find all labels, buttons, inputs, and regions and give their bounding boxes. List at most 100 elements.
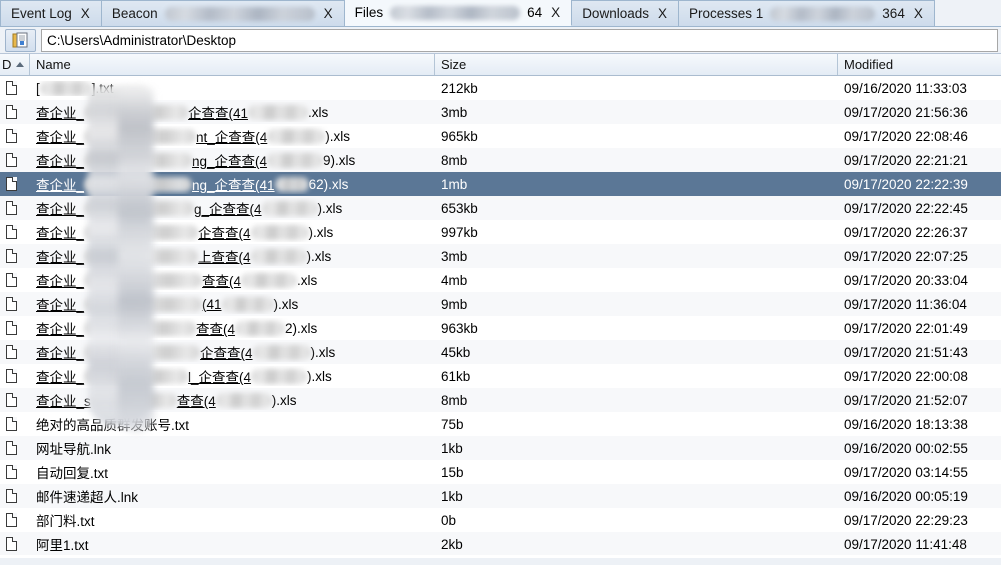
file-name-prefix: 邮件速递超人.lnk [36, 490, 139, 505]
column-header-modified[interactable]: Modified [838, 54, 1001, 75]
file-name-extension: .xls [297, 272, 318, 288]
tab-close-button[interactable]: X [912, 6, 925, 21]
column-header-d[interactable]: D [0, 54, 30, 75]
table-row[interactable]: 查企业_ 企查查(41 .xls 3mb 09/17/2020 21:56:36 [0, 100, 1001, 124]
file-name-prefix: 查企业_ [36, 178, 85, 193]
file-name-redaction-2 [221, 296, 274, 312]
row-icon-cell [0, 513, 30, 527]
table-row[interactable]: 查企业_ 查查(4 2).xls 963kb 09/17/2020 22:01:49 [0, 316, 1001, 340]
tab-bar: Event Log X Beacon X Files 64 X Downloads X Proce… [0, 0, 1001, 27]
table-row[interactable]: 部门料.txt 0b 09/17/2020 22:29:23 [0, 508, 1001, 532]
tab-close-button[interactable]: X [322, 6, 335, 21]
file-name-cell[interactable]: 部门料.txt [30, 510, 435, 530]
table-row[interactable]: 查企业_ (41).xls 9mb 09/17/2020 11:36:04 [0, 292, 1001, 316]
file-name-cell[interactable]: 查企业_ ng_企查查(4 9).xls [30, 150, 435, 170]
file-name-redaction [84, 128, 197, 144]
table-row[interactable]: 自动回复.txt 15b 09/17/2020 03:14:55 [0, 460, 1001, 484]
folder-document-icon[interactable] [5, 28, 36, 52]
file-name-redaction [84, 296, 203, 312]
file-name-cell[interactable]: 查企业_ ng_企查查(41 62).xls [30, 174, 435, 194]
row-icon-cell [0, 417, 30, 431]
tab-close-button[interactable]: X [79, 6, 92, 21]
file-name-cell[interactable]: 阿里1.txt [30, 534, 435, 554]
column-header-name[interactable]: Name [30, 54, 435, 75]
table-row[interactable]: 查企业_ nt_企查查(4).xls 965kb 09/17/2020 22:08:4… [0, 124, 1001, 148]
tab-beacon[interactable]: Beacon X [101, 0, 345, 26]
file-size-cell: 45kb [441, 344, 471, 360]
tab-files[interactable]: Files 64 X [344, 0, 573, 26]
file-name-prefix: 查企业_ [36, 274, 85, 289]
file-name-suffix: ng_企查查(41 [192, 178, 275, 193]
file-modified-cell: 09/17/2020 03:14:55 [844, 464, 968, 480]
file-name-prefix: 查企业_ [36, 130, 85, 145]
file-name-cell[interactable]: 查企业_ 企查查(41 .xls [30, 102, 435, 122]
file-name-cell[interactable]: 查企业_s 查查(4).xls [30, 390, 435, 410]
file-name-cell[interactable]: 查企业_ g_企查查(4).xls [30, 198, 435, 218]
file-name-cell[interactable]: 查企业_ 企查查(4).xls [30, 342, 435, 362]
file-name-cell[interactable]: 查企业_ nt_企查查(4).xls [30, 126, 435, 146]
file-name-cell[interactable]: 自动回复.txt [30, 462, 435, 482]
file-name-cell[interactable]: 网址导航.lnk [30, 438, 435, 458]
file-modified-cell: 09/17/2020 22:29:23 [844, 512, 968, 528]
table-row[interactable]: 查企业_ ng_企查查(4 9).xls 8mb 09/17/2020 22:21:21 [0, 148, 1001, 172]
file-name-redaction [84, 176, 193, 192]
file-modified-cell: 09/17/2020 22:22:45 [844, 200, 968, 216]
table-row[interactable]: 查企业_ g_企查查(4).xls 653kb 09/17/2020 22:22:45 [0, 196, 1001, 220]
file-name-prefix: 网址导航.lnk [36, 442, 112, 457]
table-row[interactable]: 查企业_ 企查查(4).xls 45kb 09/17/2020 21:51:43 [0, 340, 1001, 364]
tab-downloads[interactable]: Downloads X [572, 0, 679, 26]
file-name-cell[interactable]: 查企业_ 查查(4 2).xls [30, 318, 435, 338]
file-modified-cell: 09/16/2020 18:13:38 [844, 416, 968, 432]
table-row[interactable]: 查企业_ 企查查(4).xls 997kb 09/17/2020 22:26:37 [0, 220, 1001, 244]
file-icon [6, 225, 17, 239]
file-name-redaction [84, 248, 199, 264]
table-row[interactable]: 查企业_ ng_企查查(41 62).xls 1mb 09/17/2020 22:22:… [0, 172, 1001, 196]
table-row[interactable]: 查企业_ 上查查(4).xls 3mb 09/17/2020 22:07:25 [0, 244, 1001, 268]
file-size-cell: 8mb [441, 392, 468, 408]
file-name-cell[interactable]: 查企业_ (41).xls [30, 294, 435, 314]
file-size-cell: 653kb [441, 200, 478, 216]
bottom-strip [0, 558, 1001, 565]
row-icon-cell [0, 81, 30, 95]
file-name-cell[interactable]: 查企业_ 查查(4 .xls [30, 270, 435, 290]
file-name-redaction-2 [215, 392, 272, 408]
tab-redacted-text [770, 6, 876, 21]
file-modified-cell: 09/17/2020 11:36:04 [844, 296, 967, 312]
table-row[interactable]: [].txt 212kb 09/16/2020 11:33:03 [0, 76, 1001, 100]
file-modified-cell: 09/17/2020 22:01:49 [844, 320, 968, 336]
file-name-cell[interactable]: 查企业_ 上查查(4).xls [30, 246, 435, 266]
file-icon [6, 201, 17, 215]
table-row[interactable]: 阿里1.txt 2kb 09/17/2020 11:41:48 [0, 532, 1001, 555]
file-name-cell[interactable]: 绝对的高品质群发账号.txt [30, 414, 435, 434]
file-name-cell[interactable]: 邮件速递超人.lnk [30, 486, 435, 506]
table-row[interactable]: 网址导航.lnk 1kb 09/16/2020 00:02:55 [0, 436, 1001, 460]
tab-processes-1[interactable]: Processes 1 364 X [679, 0, 935, 26]
file-icon [6, 369, 17, 383]
file-icon [6, 393, 17, 407]
file-size-cell: 9mb [441, 296, 468, 312]
path-input[interactable]: C:\Users\Administrator\Desktop [41, 28, 998, 52]
file-icon [6, 321, 17, 335]
table-row[interactable]: 邮件速递超人.lnk 1kb 09/16/2020 00:05:19 [0, 484, 1001, 508]
tab-event-log[interactable]: Event Log X [0, 0, 102, 26]
file-icon [6, 105, 17, 119]
file-name-cell[interactable]: [].txt [30, 80, 435, 96]
tab-close-button[interactable]: X [549, 5, 562, 20]
table-row[interactable]: 查企业_ 查查(4 .xls 4mb 09/17/2020 20:33:04 [0, 268, 1001, 292]
table-row[interactable]: 查企业_ l_企查查(4).xls 61kb 09/17/2020 22:00:08 [0, 364, 1001, 388]
tab-redacted-text [164, 6, 315, 21]
row-icon-cell [0, 249, 30, 263]
table-row[interactable]: 查企业_s 查查(4).xls 8mb 09/17/2020 21:52:07 [0, 388, 1001, 412]
file-modified-cell: 09/17/2020 20:33:04 [844, 272, 968, 288]
column-header-size[interactable]: Size [435, 54, 838, 75]
file-name-cell[interactable]: 查企业_ l_企查查(4).xls [30, 366, 435, 386]
file-list[interactable]: [].txt 212kb 09/16/2020 11:33:03 查企业_ 企查查(41… [0, 76, 1001, 555]
file-icon [6, 297, 17, 311]
file-table-header: D Name Size Modified [0, 54, 1001, 76]
tab-close-button[interactable]: X [656, 6, 669, 21]
file-modified-cell: 09/16/2020 00:05:19 [844, 488, 968, 504]
file-name-redaction [84, 200, 195, 216]
table-row[interactable]: 绝对的高品质群发账号.txt 75b 09/16/2020 18:13:38 [0, 412, 1001, 436]
file-name-redaction-2 [267, 128, 326, 144]
file-name-cell[interactable]: 查企业_ 企查查(4).xls [30, 222, 435, 242]
